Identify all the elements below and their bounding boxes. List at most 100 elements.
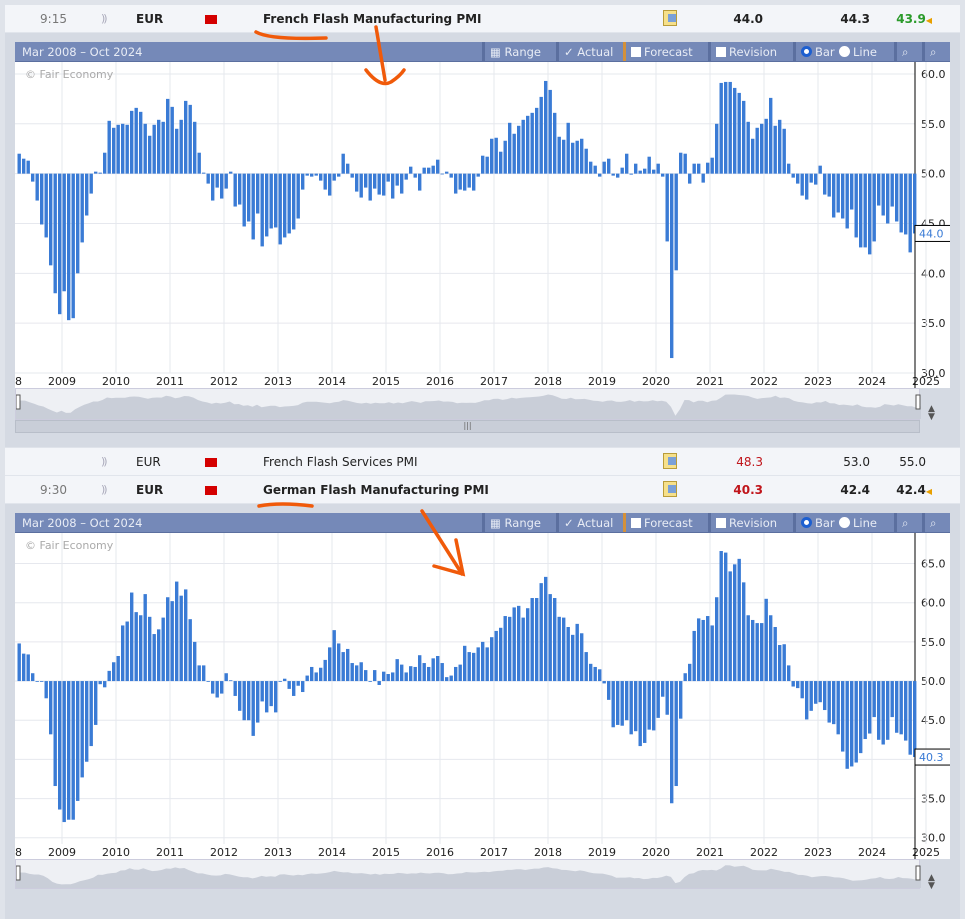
bar xyxy=(769,97,773,174)
line-radio[interactable]: Line xyxy=(839,42,882,61)
bar xyxy=(832,173,836,218)
bar xyxy=(886,681,890,740)
detail-document-icon[interactable] xyxy=(663,481,677,497)
bar xyxy=(701,619,705,682)
bar xyxy=(296,173,300,219)
y-tick-label: 50.0 xyxy=(921,168,946,181)
bar xyxy=(476,647,480,682)
range-button[interactable]: ▦ Range xyxy=(482,513,546,532)
x-tick-label: 2019 xyxy=(588,846,616,859)
sound-icon[interactable]: )) xyxy=(101,455,107,468)
navigator[interactable] xyxy=(15,388,921,420)
line-radio[interactable]: Line xyxy=(839,513,882,532)
bar xyxy=(764,118,768,174)
bar xyxy=(404,672,408,682)
bar xyxy=(467,173,471,188)
bar-radio[interactable]: Bar xyxy=(793,513,840,532)
event-row-french-mfg[interactable]: 9:15 )) EUR French Flash Manufacturing P… xyxy=(5,5,960,33)
x-tick-label: 2020 xyxy=(642,846,670,859)
event-title[interactable]: German Flash Manufacturing PMI xyxy=(263,483,489,497)
watermark: © Fair Economy xyxy=(25,539,114,552)
x-tick-label: 2017 xyxy=(480,846,508,859)
bar xyxy=(634,681,638,732)
bar xyxy=(823,173,827,195)
bar xyxy=(17,643,21,682)
actual-toggle[interactable]: ✓ Actual xyxy=(556,513,618,532)
previous-value: 43.9◀ xyxy=(870,12,932,26)
bar xyxy=(895,681,899,733)
bar xyxy=(179,595,183,682)
bar xyxy=(193,121,197,174)
bar xyxy=(562,139,566,174)
bar xyxy=(769,615,773,682)
x-tick-label: 2012 xyxy=(210,375,238,388)
bar xyxy=(391,173,395,199)
event-title[interactable]: French Flash Services PMI xyxy=(263,455,418,469)
forecast-value: 42.4 xyxy=(840,483,870,497)
bar xyxy=(602,681,606,684)
bar xyxy=(679,681,683,719)
navigator[interactable] xyxy=(15,859,921,889)
bar xyxy=(40,173,44,225)
zoom-in-icon[interactable]: ⌕ xyxy=(894,513,913,532)
scroll-arrows-icon[interactable]: ▲ ▼ xyxy=(928,874,935,891)
actual-toggle[interactable]: ✓ Actual xyxy=(556,42,618,61)
x-tick-label: 2010 xyxy=(102,846,130,859)
bar-radio[interactable]: Bar xyxy=(793,42,840,61)
zoom-in-icon[interactable]: ⌕ xyxy=(894,42,913,61)
bar xyxy=(863,173,867,248)
revision-checkbox[interactable]: Revision xyxy=(708,42,782,61)
bar xyxy=(580,633,584,682)
navigator-handle-right xyxy=(915,865,921,881)
bar xyxy=(332,173,336,181)
impact-high-icon xyxy=(205,13,217,24)
bar xyxy=(454,666,458,682)
bar xyxy=(800,173,804,196)
range-button[interactable]: ▦ Range xyxy=(482,42,546,61)
bar xyxy=(737,558,741,682)
event-row-german-mfg[interactable]: 9:30 )) EUR German Flash Manufacturing P… xyxy=(5,476,960,504)
forecast-checkbox[interactable]: Forecast xyxy=(623,42,698,61)
bar xyxy=(895,173,899,222)
bar-chart-german: 30.035.040.045.050.055.060.065.020082009… xyxy=(15,533,950,859)
detail-document-icon[interactable] xyxy=(663,453,677,469)
bar xyxy=(341,153,345,174)
bar xyxy=(584,652,588,682)
bar xyxy=(346,163,350,174)
bar xyxy=(26,654,30,682)
bar xyxy=(859,681,863,754)
bar xyxy=(778,119,782,174)
scroll-arrows-icon[interactable]: ▲ ▼ xyxy=(928,405,935,422)
bar xyxy=(98,681,102,685)
sound-icon[interactable]: )) xyxy=(101,483,107,496)
bar xyxy=(458,664,462,682)
bar xyxy=(202,665,206,682)
scrollbar[interactable]: ||| xyxy=(15,420,920,433)
zoom-out-icon[interactable]: ⌕ xyxy=(922,513,941,532)
bar xyxy=(328,173,332,196)
bar xyxy=(103,681,107,688)
bar xyxy=(139,615,143,682)
bar xyxy=(337,643,341,682)
event-row-french-services[interactable]: )) EUR French Flash Services PMI 48.3 53… xyxy=(5,448,960,476)
sound-icon[interactable]: )) xyxy=(101,12,107,25)
revision-checkbox[interactable]: Revision xyxy=(708,513,782,532)
event-title[interactable]: French Flash Manufacturing PMI xyxy=(263,12,482,26)
bar xyxy=(31,673,35,682)
bar xyxy=(251,681,255,736)
bar xyxy=(904,681,908,741)
detail-document-icon[interactable] xyxy=(663,10,677,26)
bar xyxy=(152,124,156,174)
x-tick-label: 2008 xyxy=(15,846,22,859)
bar xyxy=(211,173,215,201)
bar xyxy=(220,681,224,694)
forecast-checkbox[interactable]: Forecast xyxy=(623,513,698,532)
date-range-label: Mar 2008 – Oct 2024 xyxy=(22,516,143,530)
zoom-out-icon[interactable]: ⌕ xyxy=(922,42,941,61)
bar xyxy=(328,647,332,682)
bar xyxy=(314,173,318,176)
revision-label: Revision xyxy=(729,45,778,59)
bar xyxy=(715,123,719,174)
bar xyxy=(863,681,867,740)
range-label: Range xyxy=(504,516,541,530)
